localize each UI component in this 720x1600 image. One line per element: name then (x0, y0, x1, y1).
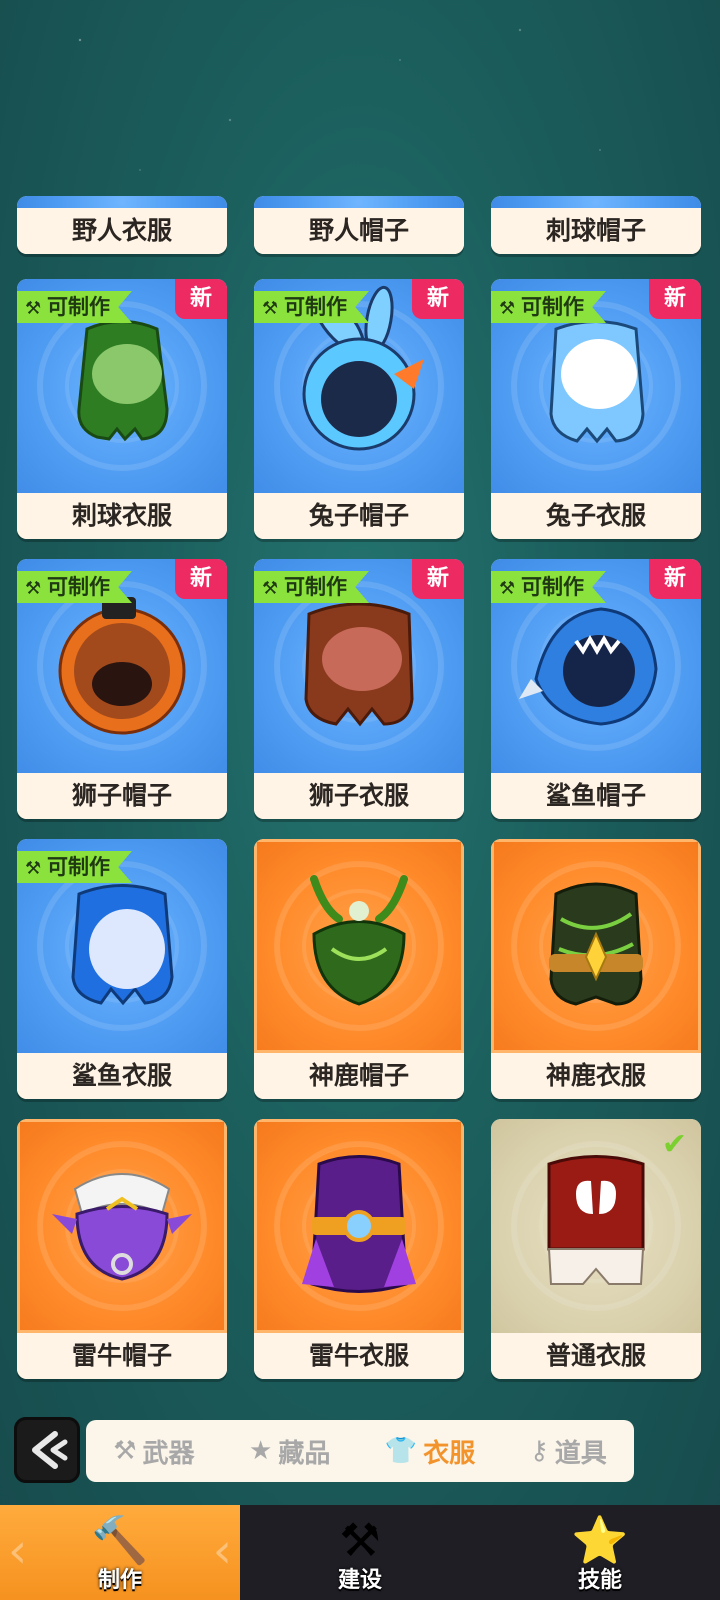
new-badge: 新 (412, 279, 464, 319)
chevron-left-icon (32, 1431, 68, 1469)
shirt-icon: 👕 (384, 1436, 418, 1466)
item-card[interactable]: ⚒ 可制作 新 刺球衣服 (17, 279, 227, 539)
nav-build[interactable]: ⚒ 建设 (240, 1505, 480, 1600)
item-card-partial[interactable]: 野人衣服 (17, 196, 227, 254)
hammer-icon: ⚒ (262, 298, 279, 319)
item-card[interactable]: ✔ 普通衣服 (491, 1119, 701, 1379)
item-card[interactable]: ⚒ 可制作 新 兔子帽子 (254, 279, 464, 539)
hammer-icon: ⚒ (499, 298, 516, 319)
item-label: 狮子帽子 (17, 773, 227, 819)
category-tabs: ⚒ 武器 ★ 藏品 👕 衣服 ⚷ 道具 (86, 1420, 634, 1482)
item-card[interactable]: ⚒ 可制作 新 鲨鱼帽子 (491, 559, 701, 819)
item-card-partial[interactable]: 野人帽子 (254, 196, 464, 254)
new-badge: 新 (175, 559, 227, 599)
item-label: 兔子衣服 (491, 493, 701, 539)
item-card[interactable]: 神鹿衣服 (491, 839, 701, 1099)
tab-items[interactable]: ⚷ 道具 (530, 1433, 607, 1470)
tab-clothes[interactable]: 👕 衣服 (385, 1433, 475, 1470)
new-badge: 新 (175, 279, 227, 319)
item-label: 雷牛衣服 (254, 1333, 464, 1379)
hammer-icon: ⚒ (262, 578, 279, 599)
item-label: 鲨鱼衣服 (17, 1053, 227, 1099)
item-label: 刺球衣服 (17, 493, 227, 539)
craftable-tag: ⚒ 可制作 (491, 291, 606, 323)
nav-skills[interactable]: ⭐ 技能 (480, 1505, 720, 1600)
item-label: 神鹿帽子 (254, 1053, 464, 1099)
craftable-tag: ⚒ 可制作 (17, 851, 132, 883)
checkmark-icon: ✔ (661, 1127, 687, 1162)
hammer-icon: ⚒ (499, 578, 516, 599)
craftable-tag: ⚒ 可制作 (17, 291, 132, 323)
deer-suit-icon (549, 882, 643, 1006)
item-label: 雷牛帽子 (17, 1333, 227, 1379)
item-card-partial[interactable]: 刺球帽子 (491, 196, 701, 254)
back-button[interactable] (14, 1417, 80, 1483)
tab-weapons[interactable]: ⚒ 武器 (113, 1433, 194, 1470)
new-badge: 新 (649, 279, 701, 319)
item-label: 鲨鱼帽子 (491, 773, 701, 819)
star-icon: ★ (249, 1436, 273, 1466)
item-card[interactable]: 雷牛帽子 (17, 1119, 227, 1379)
hammer-icon: 🔨 (91, 1513, 149, 1567)
new-badge: 新 (649, 559, 701, 599)
build-hammer-icon: ⚒ (339, 1513, 381, 1567)
item-label: 兔子帽子 (254, 493, 464, 539)
key-icon: ⚷ (529, 1436, 549, 1466)
bull-suit-icon (302, 1155, 416, 1293)
item-card[interactable]: ⚒ 可制作 新 狮子衣服 (254, 559, 464, 819)
hammer-icon: ⚒ (25, 298, 42, 319)
item-label: 野人衣服 (17, 208, 227, 254)
nav-craft[interactable]: ‹ ‹ 🔨 制作 (0, 1505, 240, 1600)
item-label: 狮子衣服 (254, 773, 464, 819)
bottom-nav: ‹ ‹ 🔨 制作 ⚒ 建设 ⭐ 技能 (0, 1505, 720, 1600)
star-character-icon: ⭐ (571, 1513, 629, 1567)
hammer-icon: ⚒ (25, 578, 42, 599)
tab-collection[interactable]: ★ 藏品 (249, 1433, 330, 1470)
craftable-tag: ⚒ 可制作 (254, 571, 369, 603)
item-label: 刺球帽子 (491, 208, 701, 254)
craftable-tag: ⚒ 可制作 (254, 291, 369, 323)
item-card[interactable]: ⚒ 可制作 新 狮子帽子 (17, 559, 227, 819)
hammer-icon: ⚒ (25, 858, 42, 879)
new-badge: 新 (412, 559, 464, 599)
item-card[interactable]: 神鹿帽子 (254, 839, 464, 1099)
craftable-tag: ⚒ 可制作 (17, 571, 132, 603)
bull-hat-icon (52, 1173, 192, 1281)
item-card[interactable]: 雷牛衣服 (254, 1119, 464, 1379)
item-label: 野人帽子 (254, 208, 464, 254)
item-card[interactable]: ⚒ 可制作 新 兔子衣服 (491, 279, 701, 539)
item-card[interactable]: ⚒ 可制作 鲨鱼衣服 (17, 839, 227, 1099)
item-label: 普通衣服 (491, 1333, 701, 1379)
craftable-tag: ⚒ 可制作 (491, 571, 606, 603)
deer-hat-icon (310, 875, 408, 1006)
item-label: 神鹿衣服 (491, 1053, 701, 1099)
hammer-icon: ⚒ (113, 1436, 137, 1466)
